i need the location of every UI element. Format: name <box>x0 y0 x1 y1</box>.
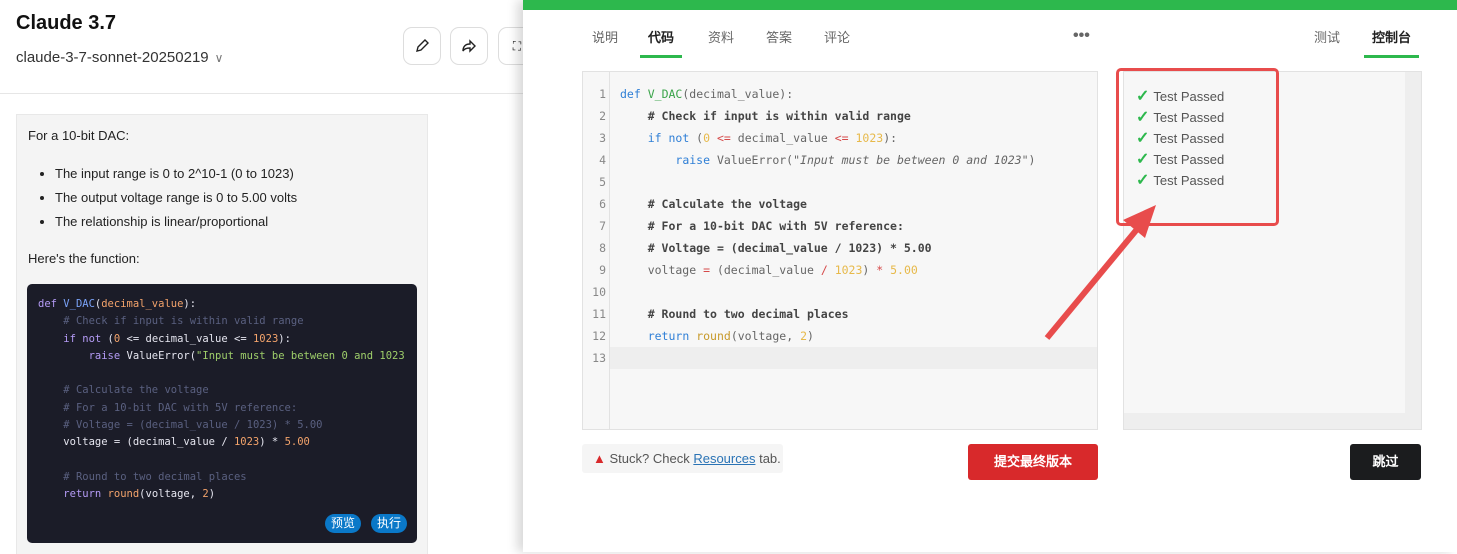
bullet-item: The relationship is linear/proportional <box>55 210 297 234</box>
model-selector[interactable]: claude-3-7-sonnet-20250219 ∨ <box>16 49 223 66</box>
share-icon <box>462 39 476 53</box>
preview-button[interactable]: 预览 <box>325 514 362 533</box>
run-button[interactable]: 执行 <box>371 514 408 533</box>
bullet-item: The input range is 0 to 2^10-1 (0 to 102… <box>55 162 297 186</box>
pencil-icon <box>416 39 429 52</box>
expand-icon: ⛶ <box>512 38 522 53</box>
code-block: def V_DAC(decimal_value): # Check if inp… <box>27 284 417 543</box>
edit-button[interactable] <box>403 27 441 65</box>
chevron-down-icon: ∨ <box>214 51 224 65</box>
submit-final-button[interactable]: 提交最终版本 <box>968 444 1098 480</box>
bullet-list: The input range is 0 to 2^10-1 (0 to 102… <box>55 162 297 234</box>
divider <box>0 93 523 94</box>
model-name: claude-3-7-sonnet-20250219 <box>16 49 209 66</box>
stuck-hint: ▲ Stuck? Check Resources tab. <box>582 444 783 473</box>
warning-icon: ▲ <box>593 451 606 466</box>
code-text: def V_DAC(decimal_value): # Check if inp… <box>38 298 405 501</box>
page-title: Claude 3.7 <box>16 12 117 34</box>
resources-link[interactable]: Resources <box>693 451 755 466</box>
bullet-item: The output voltage range is 0 to 5.00 vo… <box>55 186 297 210</box>
share-button[interactable] <box>450 27 488 65</box>
kata-panel: 说明 代码 资料 答案 评论 ••• 测试 控制台 1 2 3 4 5 6 7 8 9 10 11 1… <box>523 0 1457 552</box>
skip-button[interactable]: 跳过 <box>1350 444 1421 480</box>
message-lead: Here's the function: <box>28 251 140 266</box>
message-intro: For a 10-bit DAC: <box>28 128 130 143</box>
